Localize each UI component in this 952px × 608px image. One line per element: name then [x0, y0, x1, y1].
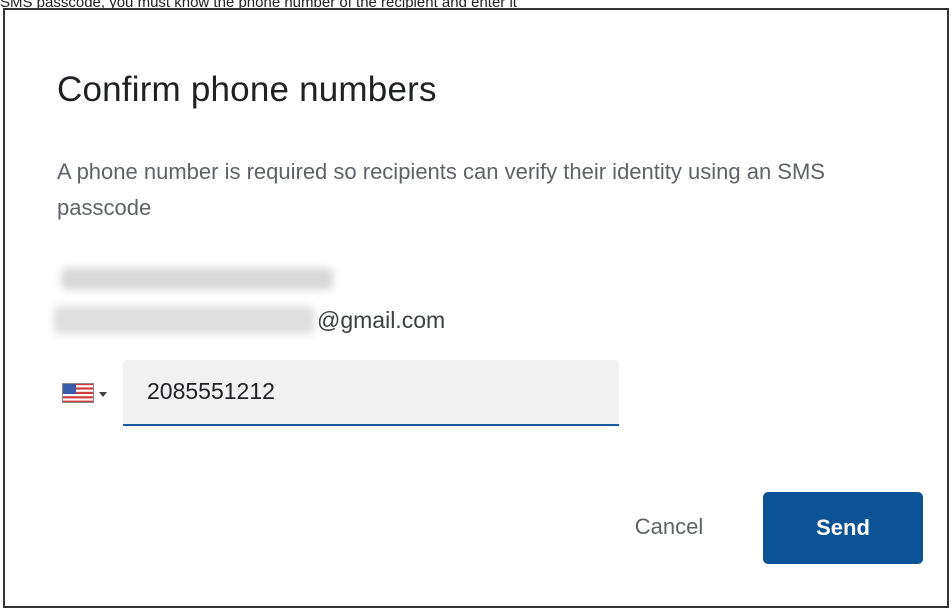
cancel-button[interactable]: Cancel [597, 492, 741, 562]
send-button[interactable]: Send [763, 492, 923, 564]
dialog-description: A phone number is required so recipients… [57, 159, 825, 220]
recipient-email-redacted [53, 306, 315, 334]
us-flag-icon [62, 383, 94, 403]
recipient-email-domain: @gmail.com [317, 307, 446, 333]
confirm-phone-dialog: Confirm phone numbers A phone number is … [3, 8, 949, 608]
recipient-name-redacted [61, 268, 333, 290]
chevron-down-icon [99, 391, 107, 397]
dialog-title: Confirm phone numbers [57, 70, 437, 109]
phone-number-input[interactable] [147, 374, 587, 408]
country-code-selector[interactable] [62, 383, 107, 403]
phone-number-field[interactable] [123, 360, 619, 426]
